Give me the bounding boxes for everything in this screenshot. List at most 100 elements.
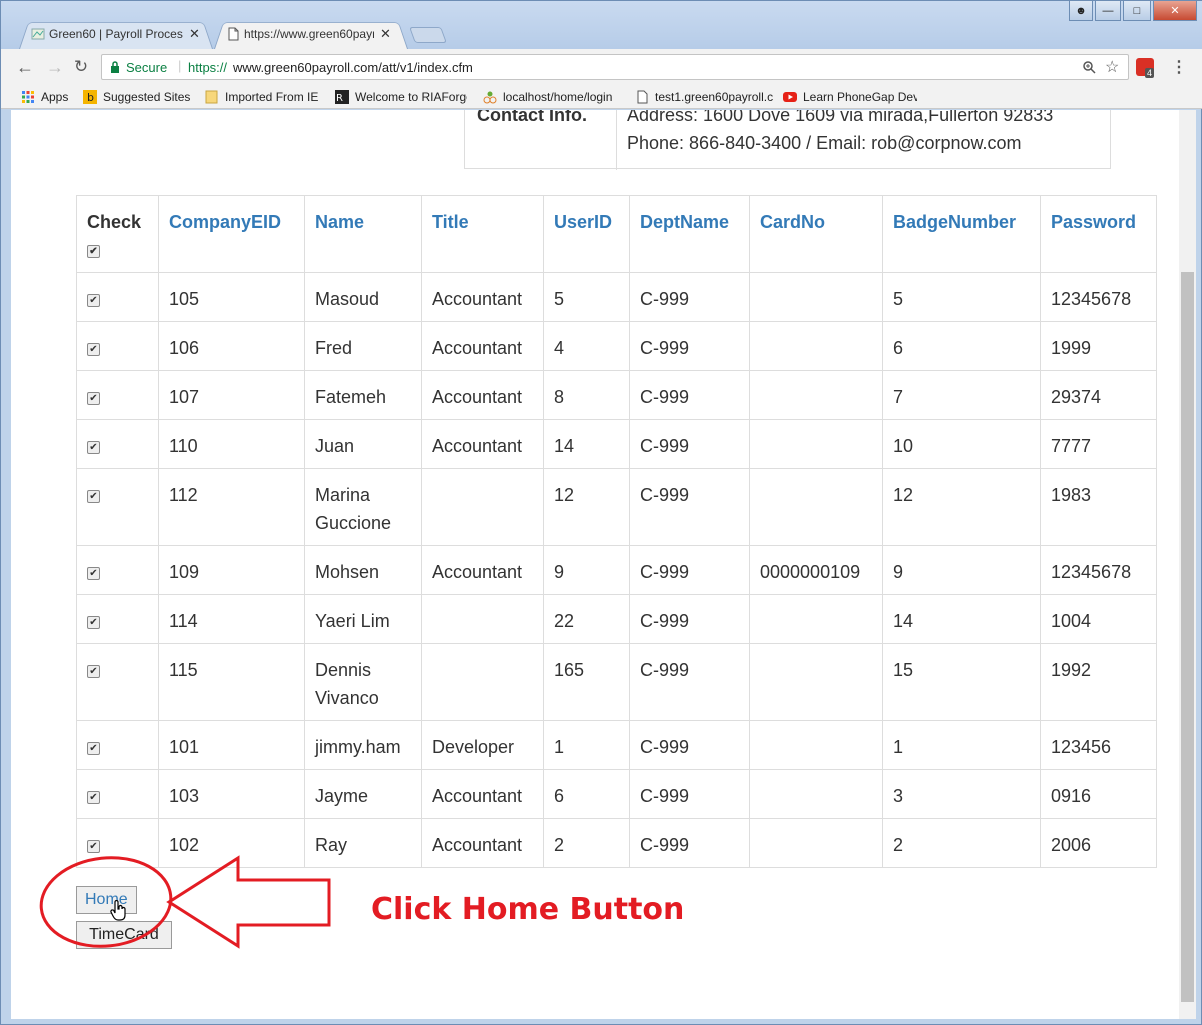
zoom-icon[interactable] (1082, 60, 1096, 74)
bookmark-imported-from-ie[interactable]: Imported From IE (205, 89, 318, 105)
bookmark-test1[interactable]: test1.green60payroll.com (635, 89, 773, 105)
url-text: www.green60payroll.com/att/v1/index.cfm (233, 60, 473, 75)
bookmark-suggested-sites[interactable]: b Suggested Sites (83, 89, 190, 105)
cell-deptname: C-999 (629, 272, 750, 322)
row-checkbox[interactable]: ✔ (87, 440, 100, 454)
cell-name: Dennis Vivanco (304, 643, 422, 721)
address-bar[interactable]: Secure | https:// www.green60payroll.com… (101, 54, 1129, 80)
column-header-companyeid[interactable]: CompanyEID (158, 195, 305, 273)
new-tab-button[interactable] (409, 27, 447, 43)
row-check-cell: ✔ (76, 321, 159, 371)
row-check-cell: ✔ (76, 720, 159, 770)
column-header-userid[interactable]: UserID (543, 195, 630, 273)
table-row: ✔ 112 Marina Guccione 12 C-999 12 1983 (76, 468, 1157, 546)
table-row: ✔ 103 Jayme Accountant 6 C-999 3 0916 (76, 769, 1157, 819)
title-bar: Green60 | Payroll Processing ✕ https://w… (1, 1, 1202, 49)
table-row: ✔ 106 Fred Accountant 4 C-999 6 1999 (76, 321, 1157, 371)
row-checkbox[interactable]: ✔ (87, 342, 100, 356)
bookmark-apps[interactable]: Apps (21, 89, 68, 105)
cell-companyeid: 115 (158, 643, 305, 721)
cell-title: Accountant (421, 545, 544, 595)
table-row: ✔ 107 Fatemeh Accountant 8 C-999 7 29374 (76, 370, 1157, 420)
cell-title: Accountant (421, 769, 544, 819)
cell-userid: 4 (543, 321, 630, 371)
scrollbar-thumb[interactable] (1181, 272, 1194, 1002)
cell-password: 7777 (1040, 419, 1157, 469)
maximize-button[interactable]: □ (1123, 1, 1151, 21)
column-header-title[interactable]: Title (421, 195, 544, 273)
row-checkbox[interactable]: ✔ (87, 664, 100, 678)
cell-badgenumber: 14 (882, 594, 1041, 644)
annotation-ellipse (39, 856, 173, 948)
cell-deptname: C-999 (629, 370, 750, 420)
cell-password: 12345678 (1040, 272, 1157, 322)
row-check-cell: ✔ (76, 370, 159, 420)
cell-cardno (749, 272, 883, 322)
row-checkbox[interactable]: ✔ (87, 741, 100, 755)
bookmark-localhost[interactable]: localhost/home/login (483, 89, 612, 105)
cell-title: Accountant (421, 272, 544, 322)
cell-cardno (749, 769, 883, 819)
forward-icon[interactable]: → (45, 57, 65, 77)
column-header-name[interactable]: Name (304, 195, 422, 273)
cell-password: 1992 (1040, 643, 1157, 721)
cell-cardno (749, 370, 883, 420)
cell-badgenumber: 12 (882, 468, 1041, 546)
reload-icon[interactable]: ↻ (71, 57, 91, 77)
lock-icon (111, 61, 119, 73)
bookmark-phonegap[interactable]: Learn PhoneGap Dev (783, 89, 917, 105)
minimize-button[interactable]: — (1095, 1, 1121, 21)
close-tab-icon[interactable]: ✕ (189, 26, 200, 42)
row-checkbox[interactable]: ✔ (87, 489, 100, 503)
user-profile-icon[interactable]: ☻ (1069, 1, 1093, 21)
column-header-password[interactable]: Password (1040, 195, 1157, 273)
table-row: ✔ 109 Mohsen Accountant 9 C-999 0000000109 9 123… (76, 545, 1157, 595)
row-checkbox[interactable]: ✔ (87, 391, 100, 405)
cell-title (421, 468, 544, 546)
row-check-cell: ✔ (76, 545, 159, 595)
bookmarks-bar: Apps b Suggested Sites Imported From IE … (1, 85, 1202, 109)
column-header-cardno[interactable]: CardNo (749, 195, 883, 273)
row-check-cell: ✔ (76, 468, 159, 546)
bookmark-label: Learn PhoneGap Dev (803, 90, 917, 104)
folder-icon (205, 90, 218, 104)
cell-name: Marina Guccione (304, 468, 422, 546)
cell-companyeid: 107 (158, 370, 305, 420)
cell-name: Fatemeh (304, 370, 422, 420)
page-scrollbar[interactable] (1179, 110, 1196, 1019)
row-checkbox[interactable]: ✔ (87, 790, 100, 804)
cell-deptname: C-999 (629, 594, 750, 644)
cell-deptname: C-999 (629, 468, 750, 546)
bookmark-riaforge[interactable]: R Welcome to RIAForge (335, 89, 467, 105)
cell-companyeid: 109 (158, 545, 305, 595)
tab-green60[interactable]: Green60 | Payroll Processing ✕ (19, 19, 213, 49)
row-checkbox[interactable]: ✔ (87, 615, 100, 629)
column-header-badgenumber[interactable]: BadgeNumber (882, 195, 1041, 273)
bing-icon: b (83, 90, 97, 104)
column-header-deptname[interactable]: DeptName (629, 195, 750, 273)
tab-green60payroll-url[interactable]: https://www.green60payroll.com ✕ (214, 19, 408, 49)
row-checkbox[interactable]: ✔ (87, 293, 100, 307)
table-row: ✔ 105 Masoud Accountant 5 C-999 5 12345678 (76, 272, 1157, 322)
select-all-checkbox[interactable]: ✔ (87, 244, 100, 258)
menu-icon[interactable]: ⋮ (1171, 57, 1187, 77)
close-window-button[interactable]: ✕ (1153, 1, 1197, 21)
close-tab-icon[interactable]: ✕ (380, 26, 391, 42)
bookmark-label: Imported From IE (225, 90, 319, 104)
extension-icon[interactable]: 4 (1136, 58, 1155, 78)
cell-name: jimmy.ham (304, 720, 422, 770)
cell-companyeid: 110 (158, 419, 305, 469)
cell-password: 2006 (1040, 818, 1157, 868)
cell-badgenumber: 15 (882, 643, 1041, 721)
back-icon[interactable]: ← (15, 57, 35, 77)
page-content: Contact Info. Address: 1600 Dove 1609 vi… (11, 110, 1179, 1019)
cell-title: Accountant (421, 321, 544, 371)
star-bookmark-icon[interactable]: ☆ (1105, 57, 1119, 77)
annotation-callout (39, 855, 331, 949)
row-check-cell: ✔ (76, 643, 159, 721)
row-checkbox[interactable]: ✔ (87, 566, 100, 580)
cell-cardno (749, 720, 883, 770)
table-row: ✔ 115 Dennis Vivanco 165 C-999 15 1992 (76, 643, 1157, 721)
cell-cardno: 0000000109 (749, 545, 883, 595)
bookmark-label: Suggested Sites (103, 90, 191, 104)
